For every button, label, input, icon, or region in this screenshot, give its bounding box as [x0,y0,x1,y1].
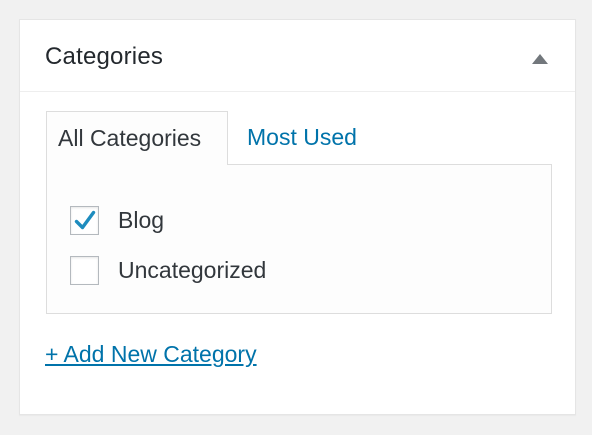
category-label-uncategorized: Uncategorized [118,256,267,283]
category-item-blog[interactable]: Blog [70,204,164,236]
metabox-header: Categories [20,20,575,92]
metabox-title: Categories [45,43,164,70]
tab-all-categories[interactable]: All Categories [46,111,228,165]
checkmark-icon [74,210,96,229]
uncategorized-checkbox[interactable] [70,255,99,285]
category-label-blog: Blog [118,206,165,233]
category-checklist: Blog Uncategorized [46,164,552,314]
category-item-uncategorized[interactable]: Uncategorized [70,254,266,286]
categories-metabox: Categories All Categories Most Used Blog… [19,19,576,415]
add-new-category-link[interactable]: + Add New Category [45,341,257,368]
collapse-toggle-icon[interactable] [532,54,548,64]
tab-most-used[interactable]: Most Used [234,111,357,165]
blog-checkbox[interactable] [70,205,99,235]
